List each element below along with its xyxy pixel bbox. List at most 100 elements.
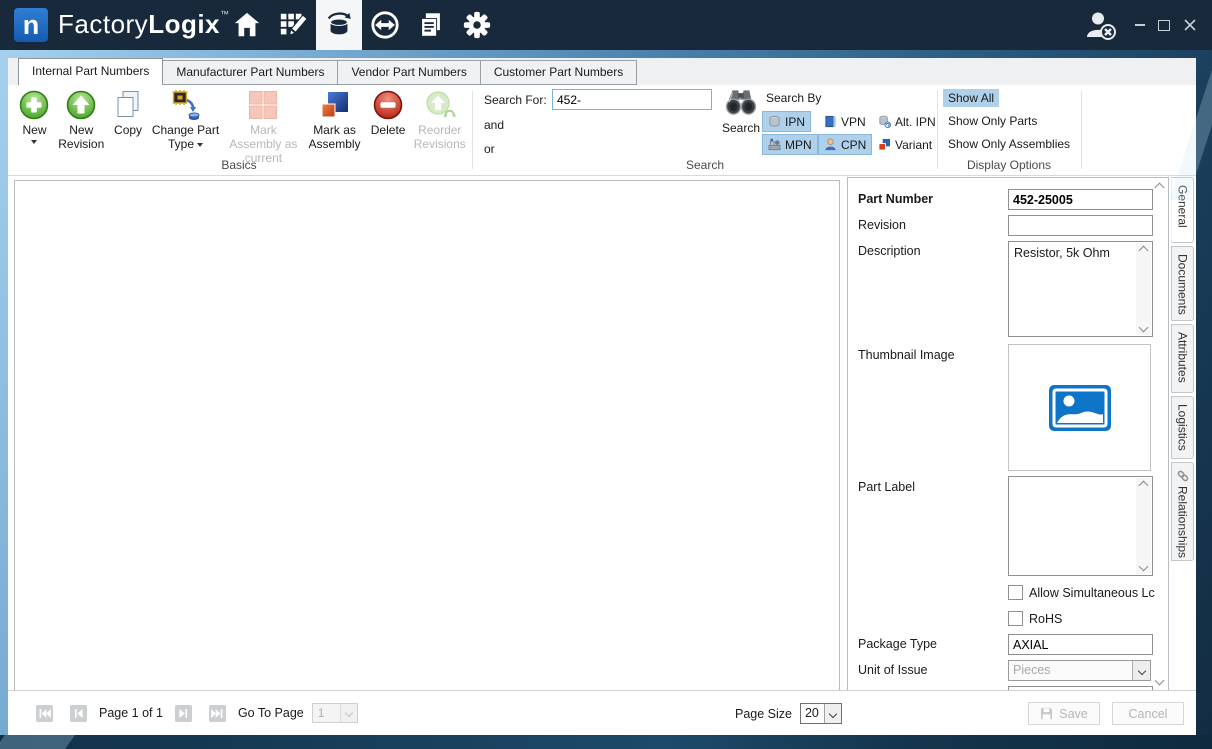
ipn-icon	[768, 115, 781, 128]
home-icon[interactable]	[224, 0, 270, 50]
tab-vendor-part-numbers[interactable]: Vendor Part Numbers	[337, 60, 480, 85]
chevron-down-icon	[1137, 666, 1145, 674]
tab-customer-part-numbers[interactable]: Customer Part Numbers	[480, 60, 637, 85]
tab-manufacturer-part-numbers[interactable]: Manufacturer Part Numbers	[162, 60, 338, 85]
go-to-page-label: Go To Page	[238, 706, 304, 720]
copy-button[interactable]: Copy	[110, 87, 147, 137]
delete-icon	[372, 89, 404, 121]
next-page-icon	[178, 709, 188, 718]
search-by-ipn-toggle[interactable]: IPN	[762, 111, 811, 132]
revision-input[interactable]	[1008, 215, 1153, 236]
tab-internal-part-numbers[interactable]: Internal Part Numbers	[18, 58, 163, 85]
mpn-label: MPN	[785, 138, 812, 152]
group-label-basics: Basics	[8, 158, 470, 172]
side-tab-relationships[interactable]: Relationships	[1171, 462, 1194, 561]
search-input[interactable]	[552, 89, 712, 110]
search-by-cpn-toggle[interactable]: CPN	[818, 134, 872, 155]
change-part-type-icon	[170, 89, 202, 121]
change-part-type-label: Change Part Type	[152, 123, 219, 151]
scroll-down-icon[interactable]	[1139, 323, 1149, 333]
side-tab-logistics[interactable]: Logistics	[1171, 396, 1194, 459]
side-tab-documents[interactable]: Documents	[1171, 246, 1194, 321]
change-part-type-button[interactable]: Change Part Type	[149, 87, 223, 151]
allow-simultaneous-row: Allow Simultaneous Lc	[1008, 585, 1155, 600]
part-number-input[interactable]	[1008, 189, 1153, 210]
search-and-label: and	[484, 118, 504, 132]
group-label-search: Search	[474, 158, 936, 172]
search-button[interactable]: Search	[718, 88, 764, 135]
brand-logix: Logix	[148, 9, 220, 39]
vpn-label: VPN	[841, 115, 866, 129]
mark-as-assembly-button[interactable]: Mark as Assembly	[304, 87, 364, 151]
materials-database-icon[interactable]	[316, 0, 362, 50]
part-label-textarea[interactable]	[1008, 476, 1153, 576]
side-tab-attributes[interactable]: Attributes	[1171, 324, 1194, 393]
rohs-checkbox[interactable]	[1008, 611, 1023, 626]
maximize-button[interactable]	[1154, 16, 1174, 34]
production-editor-icon[interactable]	[270, 0, 316, 50]
ribbon-separator	[472, 91, 473, 169]
revision-label: Revision	[858, 218, 906, 232]
part-number-tabs: Internal Part Numbers Manufacturer Part …	[8, 58, 1196, 85]
reports-icon[interactable]	[408, 0, 454, 50]
delete-button[interactable]: Delete	[367, 87, 410, 137]
part-details-panel: Part Number Revision Description Resisto…	[847, 177, 1169, 692]
minimize-button[interactable]	[1130, 16, 1150, 34]
app-window: n FactoryLogix™	[0, 0, 1212, 749]
search-button-label: Search	[718, 121, 764, 135]
link-icon	[1177, 470, 1189, 482]
reorder-revisions-button: Reorder Revisions	[412, 87, 468, 151]
scroll-down-icon[interactable]	[1139, 562, 1149, 572]
detail-side-tabs: General Documents Attributes Logistics R…	[1171, 177, 1197, 564]
search-or-label: or	[484, 142, 495, 156]
settings-gear-icon[interactable]	[454, 0, 500, 50]
scroll-up-icon[interactable]	[1139, 481, 1149, 491]
combo-arrow-button	[1132, 661, 1150, 680]
close-button[interactable]	[1180, 16, 1200, 34]
side-tab-logistics-label: Logistics	[1176, 404, 1190, 451]
rohs-row: RoHS	[1008, 611, 1062, 626]
panel-scroll-up-icon[interactable]	[1155, 183, 1165, 193]
combo-arrow-button	[824, 704, 841, 723]
search-by-alt-ipn-toggle[interactable]: Alt. IPN	[872, 111, 942, 132]
panel-scroll-down-icon[interactable]	[1155, 676, 1165, 686]
reorder-revisions-icon	[424, 89, 456, 121]
go-to-page-select: 1	[312, 703, 358, 723]
package-type-input[interactable]	[1008, 634, 1153, 655]
page-size-control: Page Size 20	[735, 703, 842, 724]
parts-list-area[interactable]	[14, 180, 840, 692]
thumbnail-image-box[interactable]	[1008, 344, 1151, 471]
side-tab-relationships-label: Relationships	[1176, 486, 1190, 558]
ribbon-group-basics: New New Revision Copy	[8, 85, 470, 175]
last-page-icon	[211, 709, 223, 718]
go-to-page-value: 1	[313, 704, 340, 722]
variant-icon	[878, 138, 891, 151]
part-label-label: Part Label	[858, 480, 915, 494]
unit-of-issue-label: Unit of Issue	[858, 663, 927, 677]
search-for-label: Search For:	[484, 93, 547, 107]
scroll-up-icon[interactable]	[1139, 246, 1149, 256]
variant-label: Variant	[895, 138, 932, 152]
part-label-scrollbar[interactable]	[1136, 478, 1151, 574]
user-logout-icon[interactable]	[1084, 10, 1120, 42]
alt-ipn-label: Alt. IPN	[895, 115, 936, 129]
ribbon-separator	[937, 91, 938, 169]
maximize-icon	[1158, 20, 1170, 31]
pager: Page 1 of 1 Go To Page 1	[36, 703, 358, 723]
mark-assembly-as-current-button: Mark Assembly as current	[225, 87, 303, 165]
new-revision-button[interactable]: New Revision	[55, 87, 108, 151]
show-only-parts-option[interactable]: Show Only Parts	[943, 112, 1042, 130]
ipn-label: IPN	[785, 115, 805, 129]
transfer-icon[interactable]	[362, 0, 408, 50]
search-by-vpn-toggle[interactable]: VPN	[818, 111, 872, 132]
show-all-option[interactable]: Show All	[943, 89, 999, 107]
allow-simultaneous-checkbox[interactable]	[1008, 585, 1023, 600]
show-only-assemblies-option[interactable]: Show Only Assemblies	[943, 135, 1075, 153]
search-by-variant-toggle[interactable]: Variant	[872, 134, 938, 155]
description-scrollbar[interactable]	[1136, 243, 1151, 335]
search-by-mpn-toggle[interactable]: MPN	[762, 134, 818, 155]
mark-as-assembly-label: Mark as Assembly	[309, 123, 361, 151]
new-button[interactable]: New	[16, 87, 53, 144]
description-textarea[interactable]: Resistor, 5k Ohm	[1008, 241, 1153, 337]
page-size-select[interactable]: 20	[800, 703, 842, 724]
